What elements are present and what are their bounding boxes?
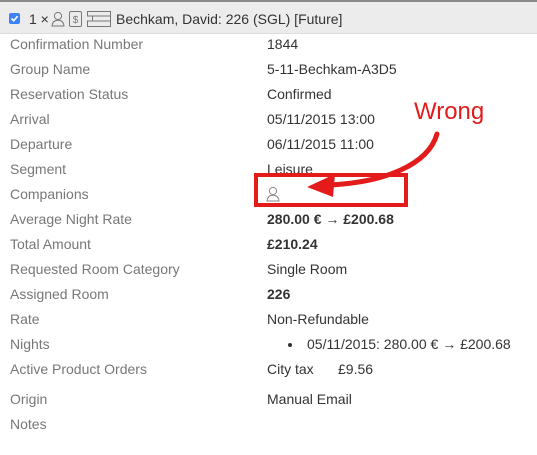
row-rate: Rate Non-Refundable bbox=[0, 311, 537, 331]
field-label: Active Product Orders bbox=[10, 361, 147, 377]
field-label: Assigned Room bbox=[10, 286, 109, 302]
field-label: Origin bbox=[10, 391, 48, 407]
row-origin: Origin Manual Email bbox=[0, 391, 537, 411]
field-value[interactable]: 5-11-Bechkam-A3D5 bbox=[267, 61, 397, 77]
field-label: Rate bbox=[10, 311, 40, 327]
annotation-text: Wrong bbox=[414, 98, 485, 125]
field-value[interactable]: 226 bbox=[267, 286, 290, 302]
row-active-product-orders: Active Product Orders City tax £9.56 bbox=[0, 361, 537, 381]
row-departure: Departure 06/11/2015 11:00 bbox=[0, 136, 537, 156]
field-label: Average Night Rate bbox=[10, 211, 132, 227]
field-value[interactable]: Non-Refundable bbox=[267, 311, 369, 327]
field-value: Manual Email bbox=[267, 391, 352, 407]
field-label: Group Name bbox=[10, 61, 91, 77]
row-total-amount: Total Amount £210.24 bbox=[0, 236, 537, 256]
field-label: Reservation Status bbox=[10, 86, 129, 102]
row-average-night-rate: Average Night Rate 280.00 € → £200.68 bbox=[0, 211, 537, 231]
bed-icon[interactable] bbox=[87, 11, 111, 32]
field-value: 05/11/2015 13:00 bbox=[267, 111, 375, 127]
row-nights: Nights 05/11/2015: 280.00 € → £200.68 bbox=[0, 336, 537, 356]
field-value: Confirmed bbox=[267, 86, 332, 102]
person-icon[interactable] bbox=[51, 11, 65, 32]
field-label: Departure bbox=[10, 136, 73, 152]
annotation-highlight-box bbox=[254, 173, 408, 207]
field-value: 06/11/2015 11:00 bbox=[267, 136, 374, 152]
checkbox-icon[interactable] bbox=[9, 13, 20, 24]
field-label: Arrival bbox=[10, 111, 50, 127]
row-notes: Notes bbox=[0, 416, 537, 436]
field-label: Total Amount bbox=[10, 236, 91, 252]
field-label: Requested Room Category bbox=[10, 261, 180, 277]
row-requested-room-category: Requested Room Category Single Room bbox=[0, 261, 537, 281]
reservation-header: 1 × $ Bechkam, David: 226 (SGL) [Future] bbox=[0, 0, 537, 34]
row-confirmation-number: Confirmation Number 1844 bbox=[0, 36, 537, 56]
field-label: Companions bbox=[10, 186, 89, 202]
field-value: £210.24 bbox=[267, 236, 318, 252]
night-item: 05/11/2015: 280.00 € → £200.68 bbox=[307, 336, 511, 352]
field-label: Notes bbox=[10, 416, 47, 432]
product-amount: £9.56 bbox=[338, 361, 374, 377]
row-group-name: Group Name 5-11-Bechkam-A3D5 bbox=[0, 61, 537, 81]
product-name[interactable]: City tax bbox=[267, 361, 314, 377]
quantity-label: 1 × bbox=[29, 11, 49, 27]
field-label: Segment bbox=[10, 161, 67, 177]
field-value: 1844 bbox=[267, 36, 299, 52]
field-label: Confirmation Number bbox=[10, 36, 144, 52]
list-bullet bbox=[288, 343, 292, 347]
field-value: 280.00 € → £200.68 bbox=[267, 211, 394, 227]
field-value: Single Room bbox=[267, 261, 348, 277]
reservation-title[interactable]: Bechkam, David: 226 (SGL) [Future] bbox=[116, 11, 342, 27]
svg-text:$: $ bbox=[73, 15, 79, 26]
price-tag-icon[interactable]: $ bbox=[69, 11, 82, 32]
row-assigned-room: Assigned Room 226 bbox=[0, 286, 537, 306]
field-label: Nights bbox=[10, 336, 50, 352]
